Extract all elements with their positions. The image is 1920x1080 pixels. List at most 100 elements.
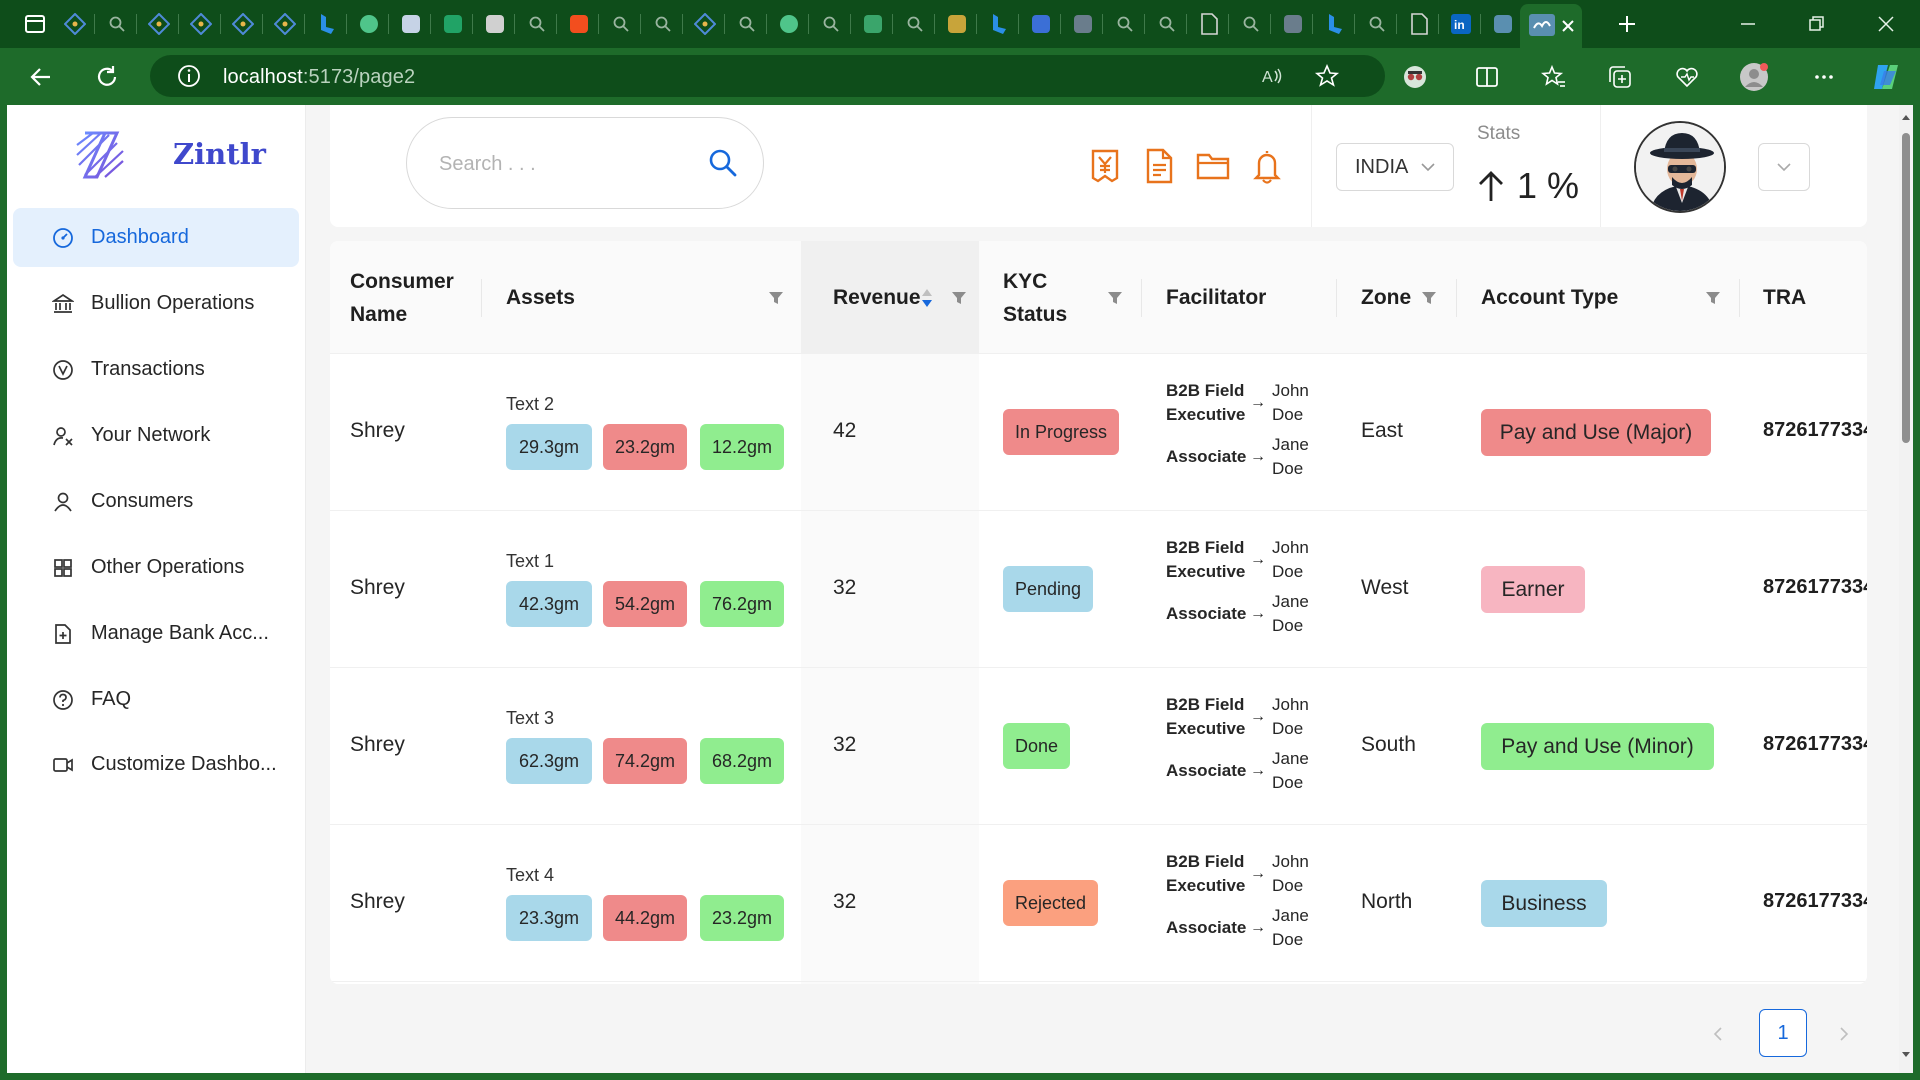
table-row[interactable]: Shrey Text 1 42.3gm 54.2gm 76.2gm 32 Pending B… [330, 511, 1867, 668]
page-scrollbar[interactable] [1899, 105, 1913, 1073]
new-tab-icon[interactable] [1614, 11, 1640, 37]
tab-shield-icon[interactable] [944, 11, 970, 37]
tab-flag-icon[interactable] [398, 11, 424, 37]
table-row[interactable]: Shrey Text 2 29.3gm 23.2gm 12.2gm 42 In Progre… [330, 354, 1867, 511]
tab-search-icon[interactable] [902, 11, 928, 37]
tab-search-icon[interactable] [1238, 11, 1264, 37]
tab-layers-icon[interactable] [1280, 11, 1306, 37]
filter-icon[interactable] [1106, 289, 1124, 307]
col-revenue[interactable]: Revenue [833, 241, 921, 354]
col-account-type[interactable]: Account Type [1481, 241, 1618, 354]
profile-dropdown[interactable] [1758, 143, 1810, 191]
tab-bing-icon[interactable] [1322, 11, 1348, 37]
col-assets[interactable]: Assets [506, 241, 575, 354]
search-input[interactable] [439, 148, 689, 180]
tab-search-icon[interactable] [524, 11, 550, 37]
sidebar-item-manage-bank-acc[interactable]: Manage Bank Acc... [13, 604, 299, 663]
tab-diamond-icon[interactable] [272, 11, 298, 37]
copilot-icon[interactable] [1869, 60, 1903, 94]
tab-search-icon[interactable] [104, 11, 130, 37]
tab-search-icon[interactable] [650, 11, 676, 37]
bell-icon[interactable] [1249, 147, 1285, 185]
tab-triangle-icon[interactable] [860, 11, 886, 37]
collections-icon[interactable] [1603, 60, 1637, 94]
sidebar-item-bullion-operations[interactable]: Bullion Operations [13, 274, 299, 333]
tab-diamond-icon[interactable] [146, 11, 172, 37]
profile-icon[interactable] [1737, 60, 1771, 94]
yen-receipt-icon[interactable] [1087, 147, 1123, 185]
sidebar-item-customize-dashbo[interactable]: Customize Dashbo... [13, 735, 299, 794]
tab-bolt-icon[interactable] [356, 11, 382, 37]
sidebar-item-consumers[interactable]: Consumers [13, 472, 299, 531]
tab-search-icon[interactable] [608, 11, 634, 37]
tab-figma-icon[interactable] [566, 11, 592, 37]
tab-search-icon[interactable] [1154, 11, 1180, 37]
country-select[interactable]: INDIA [1336, 143, 1454, 191]
address-bar[interactable]: localhost:5173/page2 A [150, 55, 1385, 97]
browser-essentials-icon[interactable] [1670, 60, 1704, 94]
tab-bing-icon[interactable] [314, 11, 340, 37]
tab-diamond-icon[interactable] [188, 11, 214, 37]
avatar[interactable] [1634, 121, 1726, 213]
tab-search-icon[interactable] [818, 11, 844, 37]
tab-cloud-icon[interactable] [1490, 11, 1516, 37]
folder-icon[interactable] [1195, 147, 1231, 185]
col-consumer-name[interactable]: Consumer Name [350, 241, 454, 354]
active-tab[interactable] [1520, 4, 1582, 48]
search-icon[interactable] [707, 147, 739, 179]
tab-layers-icon[interactable] [1070, 11, 1096, 37]
favorites-icon[interactable] [1537, 60, 1571, 94]
sidebar-item-your-network[interactable]: Your Network [13, 406, 299, 465]
tab-search-icon[interactable] [734, 11, 760, 37]
tab-diamond-icon[interactable] [62, 11, 88, 37]
sidebar-toggle-icon[interactable] [22, 11, 48, 37]
minimize-icon[interactable] [1720, 6, 1776, 42]
split-screen-icon[interactable] [1470, 60, 1504, 94]
next-page-icon[interactable] [1831, 1022, 1855, 1046]
table-row[interactable]: Shrey Text 3 62.3gm 74.2gm 68.2gm 32 Done B2B … [330, 668, 1867, 825]
close-window-icon[interactable] [1858, 6, 1914, 42]
restore-icon[interactable] [1788, 6, 1844, 42]
col-kyc-status[interactable]: KYC Status [1003, 241, 1067, 354]
sort-icon[interactable] [920, 287, 934, 309]
sidebar-item-other-operations[interactable]: Other Operations [13, 538, 299, 597]
document-icon[interactable] [1141, 147, 1177, 185]
sidebar-item-dashboard[interactable]: Dashboard [13, 208, 299, 267]
scroll-down-icon[interactable] [1901, 1049, 1911, 1059]
filter-icon[interactable] [1420, 289, 1438, 307]
tab-diamond-icon[interactable] [230, 11, 256, 37]
filter-icon[interactable] [767, 289, 785, 307]
table-row[interactable]: Shrey Text 4 23.3gm 44.2gm 23.2gm 32 Rejected … [330, 825, 1867, 982]
tab-sheet-icon[interactable] [440, 11, 466, 37]
col-tra[interactable]: TRA [1763, 241, 1806, 354]
search-box[interactable] [406, 117, 764, 209]
col-zone[interactable]: Zone [1361, 241, 1411, 354]
extension-icon[interactable] [1398, 60, 1432, 94]
tab-doc-icon[interactable] [1406, 11, 1432, 37]
col-facilitator[interactable]: Facilitator [1166, 241, 1266, 354]
tab-bolt-icon[interactable] [776, 11, 802, 37]
tab-form-icon[interactable] [1028, 11, 1054, 37]
reload-icon[interactable] [88, 58, 126, 96]
tab-bing-icon[interactable] [986, 11, 1012, 37]
tab-search-icon[interactable] [1364, 11, 1390, 37]
scroll-up-icon[interactable] [1901, 113, 1911, 123]
tab-diamond-icon[interactable] [692, 11, 718, 37]
tab-calendar-icon[interactable] [482, 11, 508, 37]
prev-page-icon[interactable] [1707, 1022, 1731, 1046]
tab-linkedin-icon[interactable]: in [1448, 11, 1474, 37]
site-info-icon[interactable] [176, 63, 202, 89]
sidebar-item-transactions[interactable]: Transactions [13, 340, 299, 399]
favorite-star-icon[interactable] [1310, 59, 1344, 93]
logo-text[interactable]: Zintlr [173, 137, 266, 171]
tab-doc-icon[interactable] [1196, 11, 1222, 37]
scroll-thumb[interactable] [1902, 133, 1910, 443]
page-button-current[interactable]: 1 [1759, 1009, 1807, 1057]
sidebar-item-faq[interactable]: FAQ [13, 670, 299, 729]
url-text[interactable]: localhost:5173/page2 [223, 66, 415, 89]
filter-icon[interactable] [1704, 289, 1722, 307]
more-menu-icon[interactable] [1807, 60, 1841, 94]
filter-icon[interactable] [950, 289, 968, 307]
read-aloud-icon[interactable]: A [1255, 59, 1289, 93]
tab-search-icon[interactable] [1112, 11, 1138, 37]
